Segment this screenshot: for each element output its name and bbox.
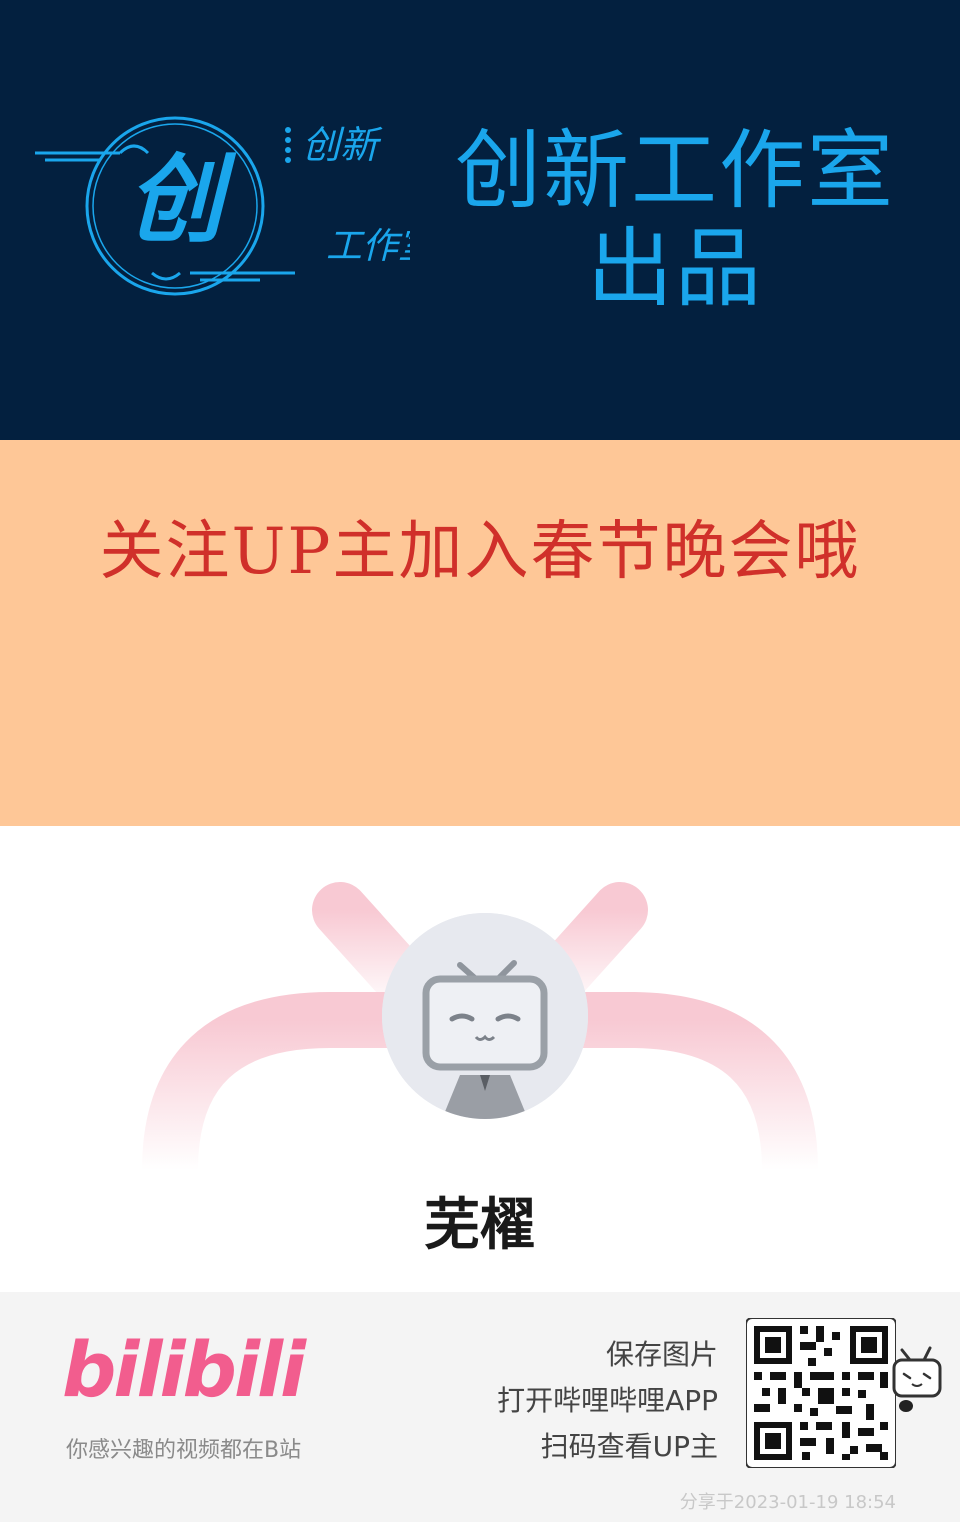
share-actions: 保存图片 打开哔哩哔哩APP 扫码查看UP主 <box>497 1332 718 1470</box>
qr-code-icon <box>745 1317 897 1469</box>
bilibili-tv-mascot-icon <box>382 913 588 1119</box>
open-app-button[interactable]: 打开哔哩哔哩APP <box>497 1378 718 1424</box>
studio-title: 创新工作室 出品 <box>440 122 910 318</box>
brand-slogan: 你感兴趣的视频都在B站 <box>66 1438 302 1463</box>
save-image-button[interactable]: 保存图片 <box>497 1332 718 1378</box>
qr-code[interactable] <box>745 1317 897 1469</box>
studio-logo-emblem: 创 创新 工作室 <box>35 116 410 296</box>
promo-text: 关注UP主加入春节晚会哦 <box>99 515 861 589</box>
tv-mascot-peek-icon <box>892 1346 942 1412</box>
bilibili-logo: bilibili <box>62 1325 306 1414</box>
username: 芜櫂 <box>424 1193 536 1258</box>
logo-vertical-text-2: 工作室 <box>326 226 410 267</box>
logo-vertical-text-1: 创新 <box>302 123 383 167</box>
promo-section <box>0 440 960 826</box>
logo-char: 创 <box>127 143 237 256</box>
avatar[interactable] <box>382 913 588 1119</box>
share-timestamp: 分享于2023-01-19 18:54 <box>679 1492 896 1513</box>
scan-hint-label: 扫码查看UP主 <box>540 1430 718 1463</box>
studio-title-line-1: 创新工作室 <box>455 121 895 221</box>
studio-title-line-2: 出品 <box>587 219 763 319</box>
